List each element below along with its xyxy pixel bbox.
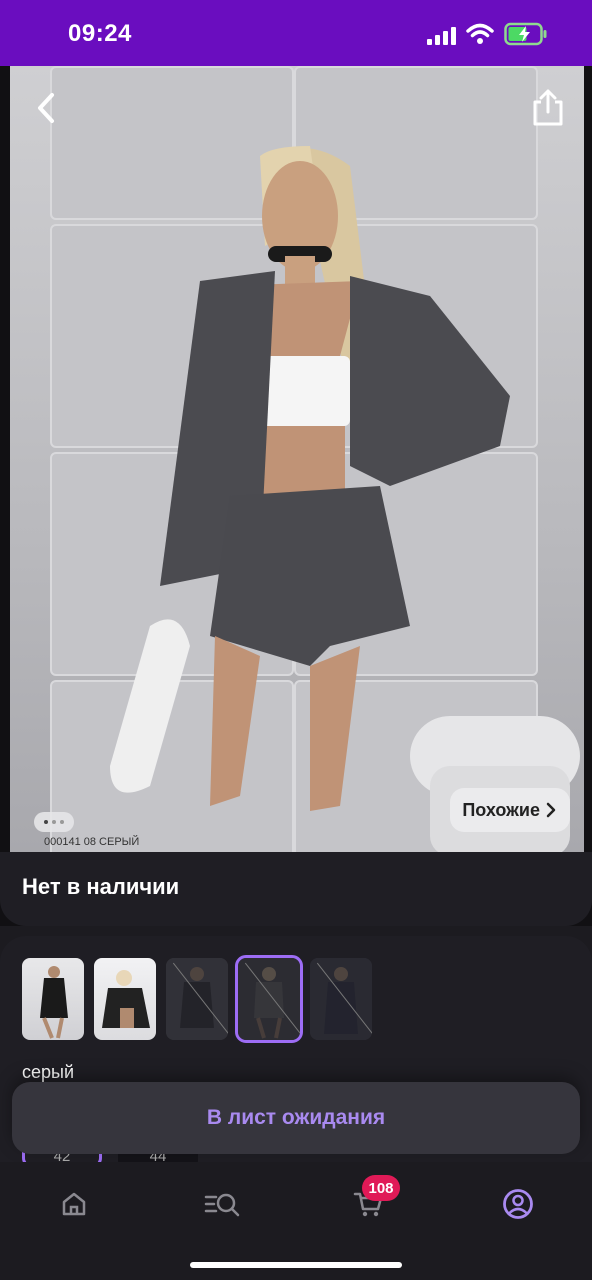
catalog-search-icon — [204, 1193, 240, 1217]
wifi-icon — [466, 23, 494, 44]
similar-button[interactable]: Похожие — [450, 788, 570, 832]
home-icon — [62, 1192, 86, 1216]
color-variant-thumb-selected[interactable] — [235, 955, 303, 1043]
back-chevron-icon[interactable] — [32, 90, 62, 126]
color-variant-thumb-unavailable[interactable] — [310, 958, 372, 1040]
similar-label: Похожие — [462, 799, 540, 820]
product-gallery[interactable]: 000141 08 СЕРЫЙ Похожие — [0, 66, 592, 926]
color-variant-list — [22, 955, 372, 1043]
color-variant-thumb-unavailable[interactable] — [166, 958, 228, 1040]
color-variant-thumb[interactable] — [22, 958, 84, 1040]
status-time: 09:24 — [68, 20, 132, 47]
cart-count-badge: 108 — [362, 1175, 400, 1201]
tab-profile[interactable] — [496, 1184, 540, 1224]
product-photo[interactable]: 000141 08 СЕРЫЙ Похожие — [10, 66, 584, 854]
profile-icon — [503, 1189, 533, 1219]
waitlist-button[interactable]: В лист ожидания — [12, 1082, 580, 1154]
tab-home[interactable] — [52, 1184, 96, 1224]
color-variant-thumb[interactable] — [94, 958, 156, 1040]
article-code: 000141 08 СЕРЫЙ — [44, 836, 140, 848]
gallery-page-indicator — [34, 812, 74, 832]
chevron-right-icon — [546, 802, 556, 818]
share-icon[interactable] — [530, 88, 566, 128]
availability-panel: Нет в наличии — [0, 852, 592, 926]
model-figure — [110, 146, 510, 811]
cellular-signal-icon — [427, 23, 456, 45]
status-icons — [427, 22, 548, 46]
waitlist-label: В лист ожидания — [206, 1106, 386, 1129]
home-indicator[interactable] — [190, 1262, 402, 1268]
status-bar: 09:24 — [0, 0, 592, 66]
availability-status: Нет в наличии — [22, 874, 180, 899]
selected-color-label: серый — [22, 1062, 75, 1082]
battery-charging-icon — [504, 22, 547, 46]
tab-catalog[interactable] — [200, 1184, 244, 1224]
